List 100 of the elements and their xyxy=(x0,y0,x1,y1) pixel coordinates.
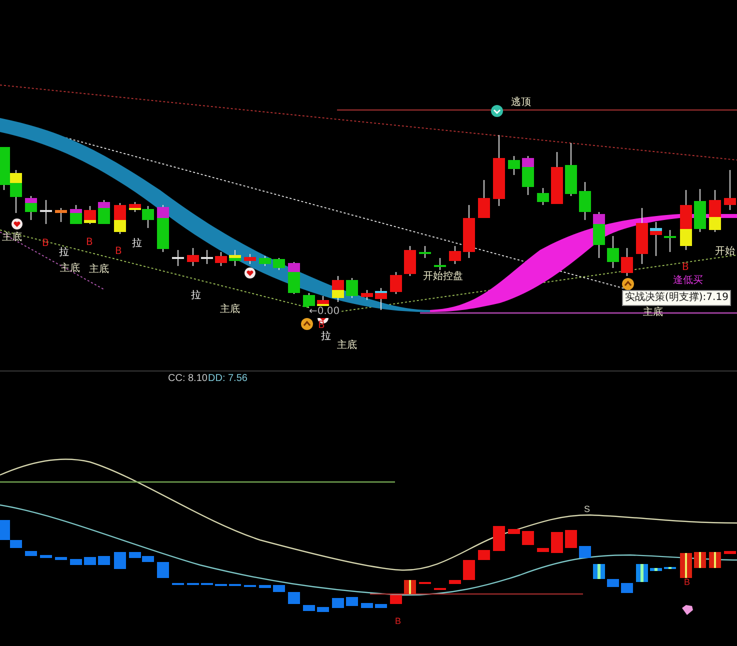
candlestick xyxy=(537,188,549,206)
chart-label: 拉 xyxy=(59,247,69,259)
chart-label: B xyxy=(318,320,325,331)
indicator-bar xyxy=(434,588,446,590)
indicator-bar xyxy=(694,552,706,568)
indicator-bar xyxy=(303,605,315,611)
candlestick xyxy=(493,134,505,206)
chart-label: B xyxy=(682,262,689,274)
indicator-bar xyxy=(157,562,169,578)
chart-label: B xyxy=(86,237,93,249)
chart-label: B xyxy=(42,238,49,250)
chart-label: 主底 xyxy=(89,264,109,276)
indicator-bar xyxy=(229,584,241,586)
candlestick xyxy=(215,252,227,266)
heart-badge-icon xyxy=(244,268,256,278)
chart-label: 主底 xyxy=(2,232,22,244)
chevron-up-icon xyxy=(301,318,313,330)
indicator-bar xyxy=(317,607,329,612)
indicator-bar xyxy=(565,530,577,548)
candlestick xyxy=(650,222,662,256)
candlestick xyxy=(332,276,344,302)
gem-icon xyxy=(682,605,693,615)
indicator-bar xyxy=(551,532,563,553)
candlestick xyxy=(565,142,577,196)
candlestick xyxy=(40,200,52,224)
indicator-bar xyxy=(404,580,416,594)
indicator-bar xyxy=(288,592,300,604)
candlestick xyxy=(25,196,37,220)
candlestick xyxy=(694,188,706,232)
indicator-bar xyxy=(478,550,490,560)
candlestick xyxy=(201,250,213,264)
indicator-bar xyxy=(332,598,344,608)
candlestick xyxy=(375,288,387,310)
indicator-bar xyxy=(259,585,271,588)
indicator-bar xyxy=(244,585,256,587)
chart-label: B xyxy=(684,576,690,588)
candlestick xyxy=(664,230,676,252)
candlestick xyxy=(172,250,184,266)
indicator-bar xyxy=(593,564,605,579)
candlestick xyxy=(84,206,96,224)
candlestick xyxy=(709,190,721,232)
indicator-bar xyxy=(664,567,676,569)
candlestick xyxy=(404,246,416,276)
chevron-down-icon xyxy=(491,105,503,117)
candlestick xyxy=(522,156,534,196)
chart-label: 拉 xyxy=(321,331,331,343)
indicator-bar xyxy=(449,580,461,584)
indicator-bar xyxy=(680,553,692,578)
indicator-bar xyxy=(375,604,387,608)
candlestick xyxy=(114,202,126,234)
candlestick xyxy=(621,248,633,276)
chart-label: S xyxy=(584,503,590,515)
candlestick xyxy=(508,156,520,176)
candlestick xyxy=(478,180,490,218)
indicator-readout: DD: 7.56 xyxy=(208,373,248,385)
indicator-bar xyxy=(187,583,199,585)
candlestick xyxy=(187,248,199,266)
candlestick xyxy=(463,204,475,258)
candlestick xyxy=(434,258,446,270)
indicator-bar xyxy=(724,551,736,554)
candlestick xyxy=(593,212,605,258)
chart-label: ←0.00 xyxy=(309,306,340,318)
candlestick xyxy=(636,208,648,264)
candlestick xyxy=(449,246,461,264)
chevron-up-icon xyxy=(622,278,634,290)
indicator-bar xyxy=(25,551,37,556)
indicator-bar xyxy=(70,559,82,565)
indicator-bar xyxy=(579,546,591,558)
candlestick xyxy=(607,236,619,268)
chart-label: 主底 xyxy=(220,304,240,316)
chart-label: 主底 xyxy=(337,340,357,352)
candlestick xyxy=(346,278,358,298)
candlestick xyxy=(157,204,169,252)
candlestick xyxy=(259,256,271,266)
indicator-bar xyxy=(98,556,110,565)
indicator-bar xyxy=(493,526,505,551)
candlestick xyxy=(724,170,736,210)
indicator-bar xyxy=(636,564,648,582)
indicator-bar xyxy=(172,583,184,585)
indicator-bar xyxy=(273,585,285,592)
chart-label: 逃顶 xyxy=(511,97,531,109)
chart-label: B xyxy=(115,246,122,258)
indicator-bar xyxy=(522,531,534,545)
chart-label: 主底 xyxy=(60,263,80,275)
candlestick xyxy=(680,190,692,250)
candlestick xyxy=(70,204,82,224)
indicator-bar xyxy=(55,557,67,560)
candlestick xyxy=(361,290,373,300)
indicator-bar xyxy=(607,579,619,587)
candlestick xyxy=(551,152,563,204)
chart-label: 开始控盘 xyxy=(423,271,463,283)
candlestick xyxy=(390,272,402,294)
candlestick xyxy=(303,292,315,308)
indicator-bar xyxy=(361,603,373,608)
chart-label: 开始 xyxy=(715,246,735,258)
indicator-bar xyxy=(709,552,721,568)
chart-label: B xyxy=(395,615,402,627)
value-tooltip: 实战决策(明支撑):7.19 xyxy=(622,290,732,306)
indicator-bar xyxy=(650,568,662,571)
indicator-bar xyxy=(537,548,549,552)
